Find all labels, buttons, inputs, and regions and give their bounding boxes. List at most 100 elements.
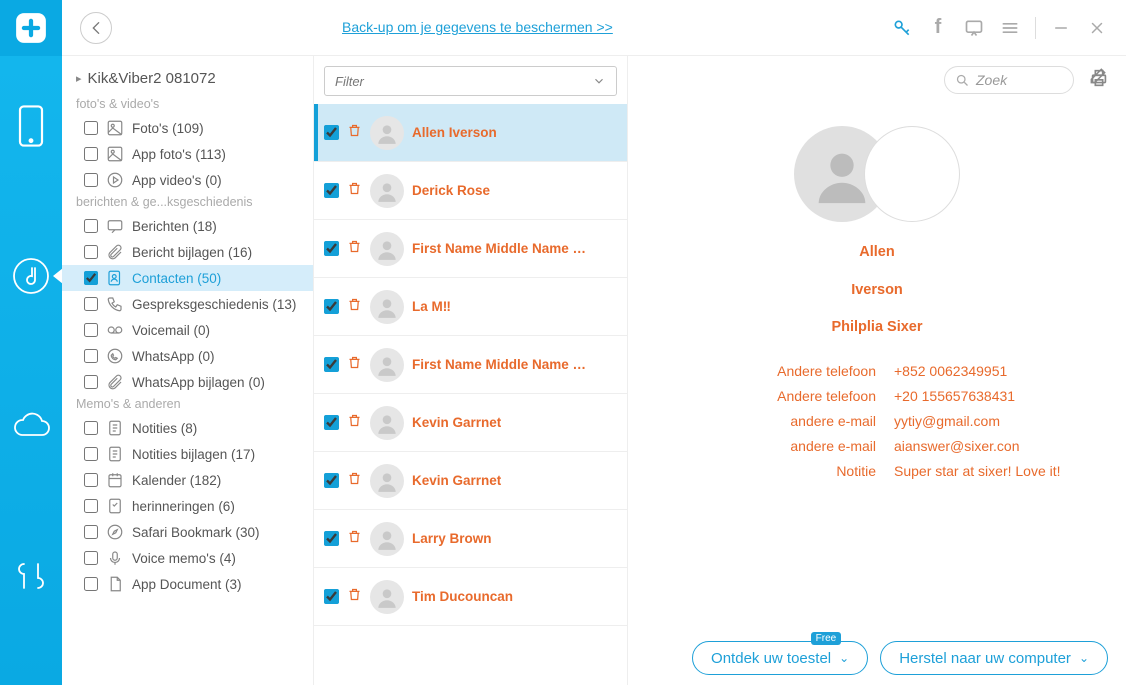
tree-item-label: Safari Bookmark (30) [132,525,260,540]
tree-item-safari[interactable]: Safari Bookmark (30) [62,519,313,545]
contact-row[interactable]: Kevin Garrnet [314,452,627,510]
tree-item-voicemail[interactable]: Voicemail (0) [62,317,313,343]
tree-checkbox[interactable] [84,323,98,337]
filter-dropdown[interactable]: Filter [324,66,617,96]
tree-item-notes[interactable]: Notities (8) [62,415,313,441]
delete-contact-button[interactable] [347,587,362,606]
tree-item-contacts[interactable]: Contacten (50) [62,265,313,291]
tree-checkbox[interactable] [84,577,98,591]
contacts-icon [106,269,124,287]
menu-icon[interactable] [999,17,1021,39]
tree-checkbox[interactable] [84,219,98,233]
tree-item-whatsapp-att[interactable]: WhatsApp bijlagen (0) [62,369,313,395]
contact-checkbox[interactable] [324,589,339,604]
trash-icon [347,239,362,254]
facebook-icon[interactable]: f [927,17,949,39]
contact-checkbox[interactable] [324,183,339,198]
detail-field-row: Andere telefoon+852 0062349951 [646,363,1108,379]
tree-checkbox[interactable] [84,473,98,487]
arrow-left-icon [88,20,104,36]
rail-cloud[interactable] [0,386,62,466]
tree-checkbox[interactable] [84,245,98,259]
tree-checkbox[interactable] [84,421,98,435]
tree-checkbox[interactable] [84,375,98,389]
key-icon[interactable] [891,17,913,39]
contact-checkbox[interactable] [324,357,339,372]
delete-contact-button[interactable] [347,355,362,374]
tree-item-photos[interactable]: Foto's (109) [62,115,313,141]
tree-item-voicememo[interactable]: Voice memo's (4) [62,545,313,571]
contact-checkbox[interactable] [324,241,339,256]
tree-item-msg-attach[interactable]: Bericht bijlagen (16) [62,239,313,265]
tree-item-messages[interactable]: Berichten (18) [62,213,313,239]
contact-row[interactable]: La M‼ [314,278,627,336]
tree-checkbox[interactable] [84,147,98,161]
contact-avatar [370,464,404,498]
tree-item-label: herinneringen (6) [132,499,235,514]
delete-contact-button[interactable] [347,297,362,316]
close-button[interactable] [1086,17,1108,39]
delete-contact-button[interactable] [347,239,362,258]
device-title[interactable]: Kik&Viber2 081072 [62,66,313,95]
contact-name: First Name Middle Name La... [412,357,592,372]
tree-item-notes-att[interactable]: Notities bijlagen (17) [62,441,313,467]
feedback-icon[interactable] [963,17,985,39]
contact-checkbox[interactable] [324,125,339,140]
edit-button[interactable] [1088,66,1108,91]
tree-checkbox[interactable] [84,499,98,513]
minimize-button[interactable] [1050,17,1072,39]
tree-checkbox[interactable] [84,173,98,187]
rail-media[interactable] [0,236,62,316]
contact-checkbox[interactable] [324,415,339,430]
discover-device-button[interactable]: Free Ontdek uw toestel ⌄ [692,641,868,675]
contact-row[interactable]: Kevin Garrnet [314,394,627,452]
trash-icon [347,181,362,196]
tree-checkbox[interactable] [84,297,98,311]
rail-tools[interactable] [0,536,62,616]
contact-row[interactable]: First Name Middle Name La... [314,220,627,278]
delete-contact-button[interactable] [347,529,362,548]
detail-field-value: +20 155657638431 [894,388,1015,404]
tree-item-appdoc[interactable]: App Document (3) [62,571,313,597]
tree-item-app-photos[interactable]: App foto's (113) [62,141,313,167]
tree-checkbox[interactable] [84,271,98,285]
tree-item-app-videos[interactable]: App video's (0) [62,167,313,193]
tree-group-label: Memo's & anderen [62,395,313,415]
contact-row[interactable]: Allen Iverson [314,104,627,162]
tree-checkbox[interactable] [84,525,98,539]
delete-contact-button[interactable] [347,471,362,490]
trash-icon [347,123,362,138]
discover-label: Ontdek uw toestel [711,650,831,667]
chevron-down-icon: ⌄ [839,651,849,665]
tree-item-calendar[interactable]: Kalender (182) [62,467,313,493]
tree-checkbox[interactable] [84,121,98,135]
avatar-secondary [864,126,960,222]
tree-item-callhist[interactable]: Gespreksgeschiedenis (13) [62,291,313,317]
contact-name: Derick Rose [412,183,490,198]
detail-field-label: Andere telefoon [646,363,876,379]
tree-item-label: Bericht bijlagen (16) [132,245,252,260]
tree-checkbox[interactable] [84,551,98,565]
backup-link[interactable]: Back-up om je gegevens te beschermen >> [342,18,613,36]
delete-contact-button[interactable] [347,181,362,200]
rail-phone[interactable] [0,86,62,166]
contact-avatar [370,406,404,440]
contact-row[interactable]: Tim Ducouncan [314,568,627,626]
contact-row[interactable]: Derick Rose [314,162,627,220]
contact-checkbox[interactable] [324,299,339,314]
restore-computer-button[interactable]: Herstel naar uw computer ⌄ [880,641,1108,675]
delete-contact-button[interactable] [347,413,362,432]
delete-contact-button[interactable] [347,123,362,142]
messages-icon [106,217,124,235]
tree-item-whatsapp[interactable]: WhatsApp (0) [62,343,313,369]
tree-checkbox[interactable] [84,447,98,461]
tree-checkbox[interactable] [84,349,98,363]
contact-checkbox[interactable] [324,531,339,546]
contact-row[interactable]: Larry Brown [314,510,627,568]
top-bar: Back-up om je gegevens te beschermen >> … [62,0,1126,56]
contact-row[interactable]: First Name Middle Name La... [314,336,627,394]
tree-item-reminders[interactable]: herinneringen (6) [62,493,313,519]
appdoc-icon [106,575,124,593]
contact-checkbox[interactable] [324,473,339,488]
back-button[interactable] [80,12,112,44]
